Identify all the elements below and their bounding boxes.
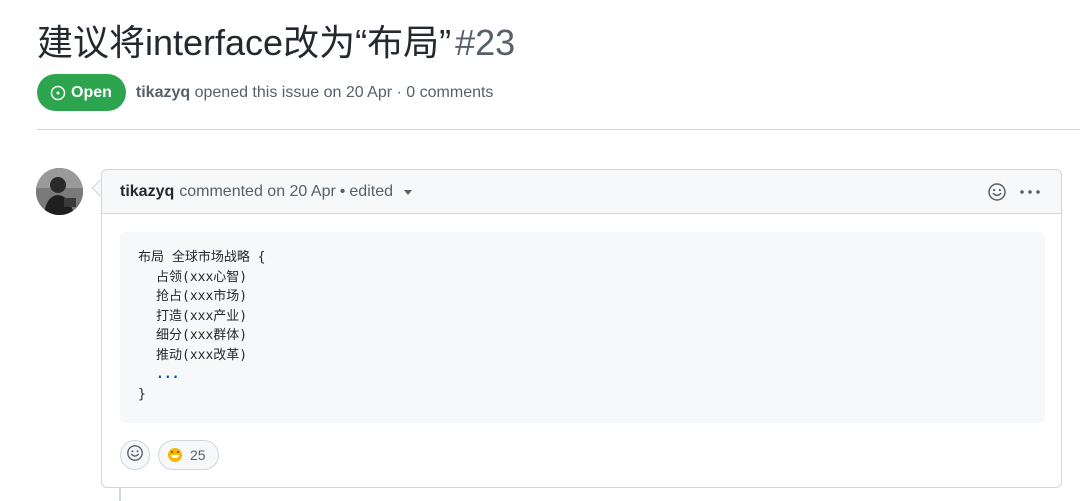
grinning-face-icon	[168, 448, 182, 462]
issue-number: #23	[455, 22, 516, 63]
code-line: 打造(xxx产业)	[156, 308, 248, 324]
separator-dot: •	[339, 182, 346, 200]
state-label: Open	[71, 83, 112, 101]
code-line: 细分(xxx群体)	[156, 328, 248, 343]
chevron-down-icon	[404, 190, 412, 195]
edited-dropdown[interactable]: edited	[349, 183, 412, 201]
kebab-horizontal-icon[interactable]	[1019, 182, 1041, 202]
issue-opened-icon	[50, 85, 66, 101]
issue-author-link[interactable]: tikazyq	[136, 84, 190, 101]
state-badge: Open	[37, 74, 126, 111]
edited-label: edited	[349, 182, 393, 200]
add-reaction-smiley-icon[interactable]	[987, 182, 1007, 202]
issue-title-text: 建议将interface改为“布局”	[37, 22, 452, 63]
comment-box: tikazyq commented on 20 Apr • edited 布局 …	[101, 169, 1062, 488]
reaction-pill-grinning[interactable]: 25	[158, 440, 219, 470]
comment-header-actions	[987, 170, 1041, 214]
reactions-bar: 25	[120, 440, 219, 470]
code-block: 布局 全球市场战略 { 占领(xxx心智) 抢占(xxx市场) 打造(xxx产业…	[120, 232, 1045, 423]
issue-meta-text: tikazyq opened this issue on 20 Apr · 0 …	[136, 84, 494, 102]
add-reaction-button[interactable]	[120, 440, 150, 470]
code-line: 布局 全球市场战略 {	[138, 250, 266, 265]
code-line: }	[138, 386, 146, 402]
code-line: 占领(xxx心智)	[156, 269, 248, 285]
issue-meta: Open tikazyq opened this issue on 20 Apr…	[37, 74, 493, 111]
header-divider	[37, 129, 1080, 130]
code-line: 推动(xxx改革)	[156, 347, 248, 363]
avatar[interactable]	[36, 168, 83, 215]
reaction-count: 25	[190, 447, 206, 463]
code-line-ellipsis: ...	[156, 367, 180, 382]
smiley-icon	[126, 444, 144, 467]
comment-author-link[interactable]: tikazyq	[120, 183, 174, 201]
issue-title: 建议将interface改为“布局” #23	[37, 20, 515, 66]
comment-header: tikazyq commented on 20 Apr • edited	[102, 170, 1061, 214]
timeline-line	[119, 488, 121, 501]
code-line: 抢占(xxx市场)	[156, 289, 248, 304]
issue-opened-text: opened this issue on 20 Apr · 0 comments	[194, 83, 494, 101]
comment-date-text: commented on 20 Apr	[179, 182, 336, 200]
